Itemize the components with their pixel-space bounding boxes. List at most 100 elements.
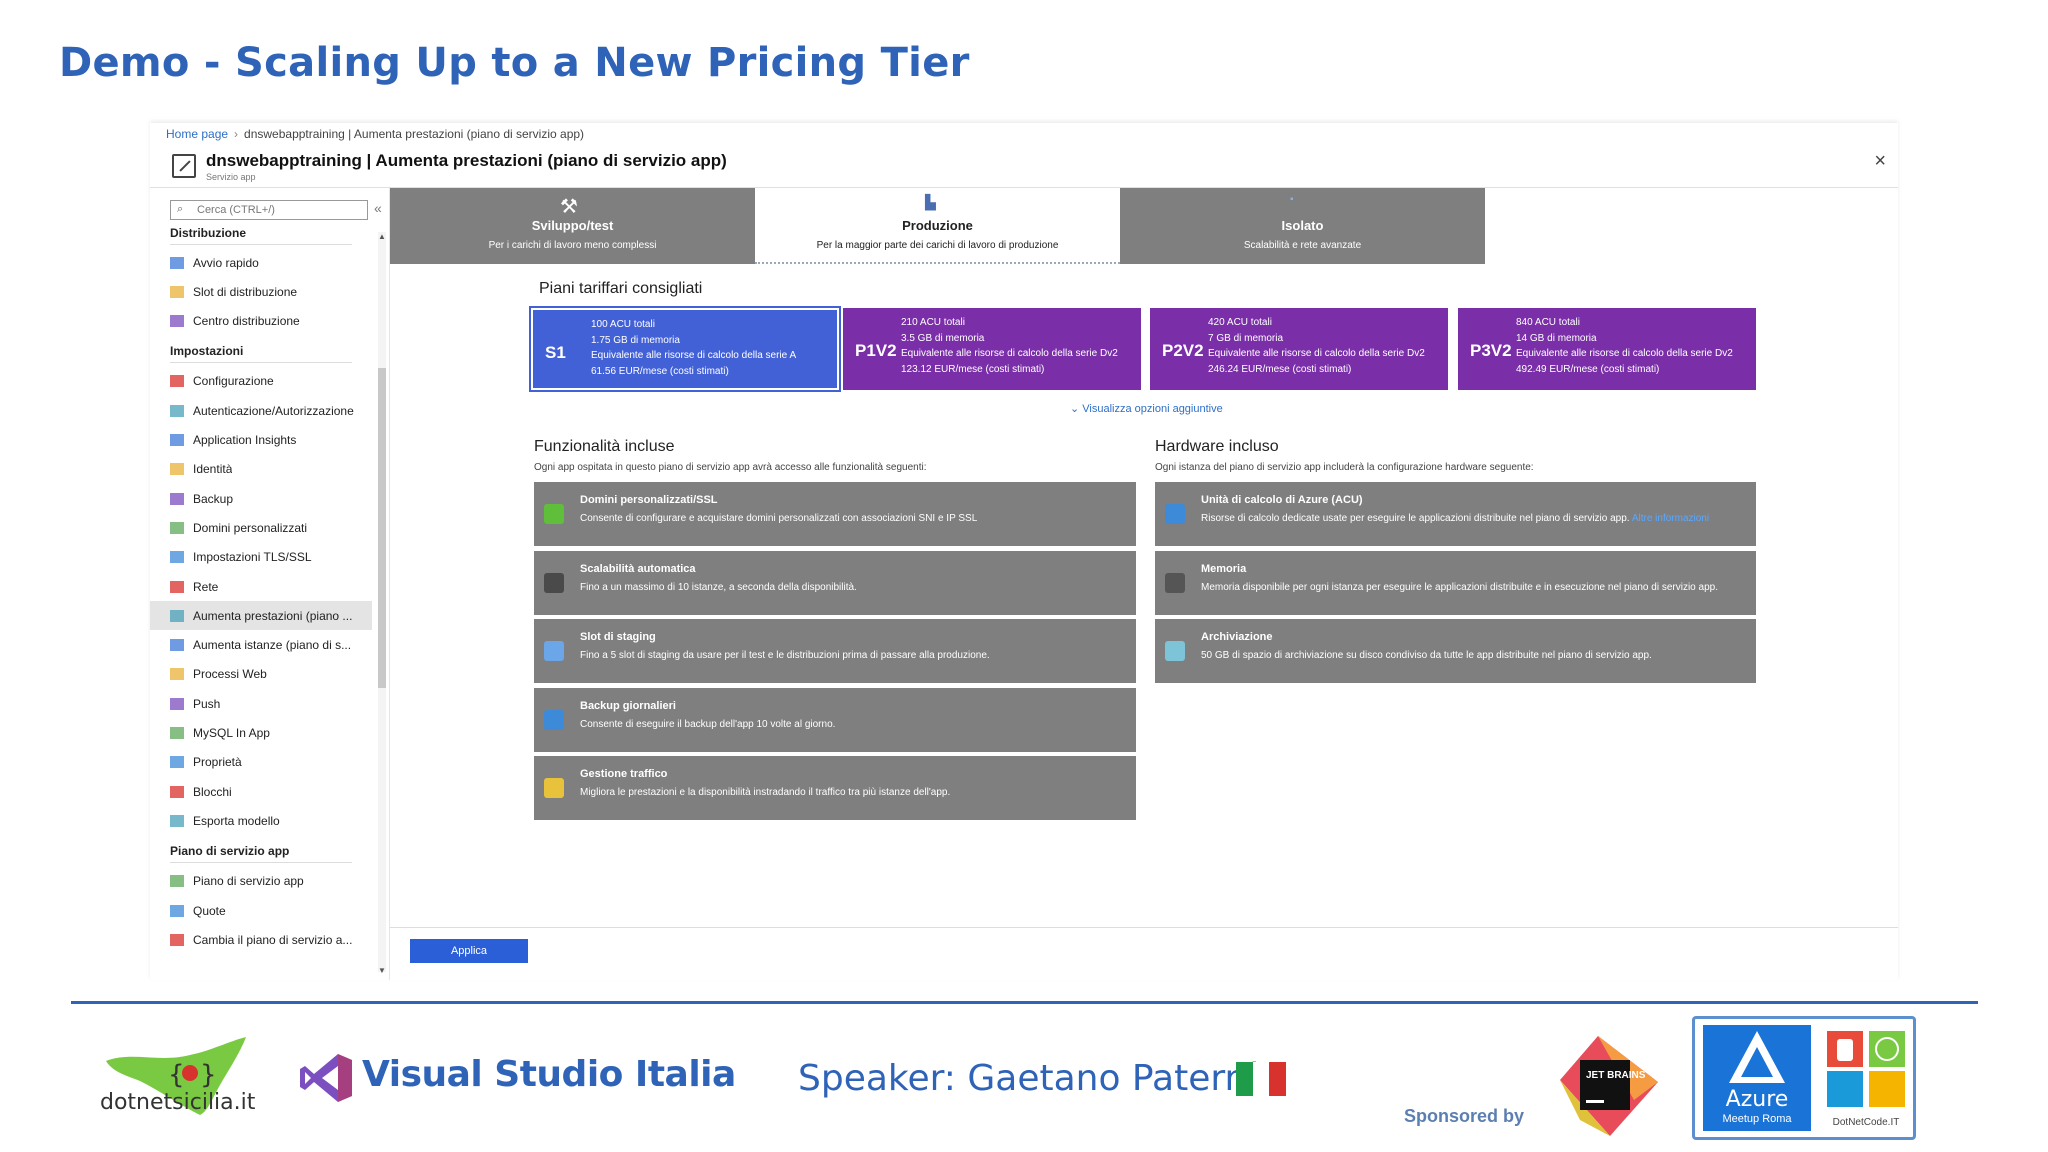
tab-name: Isolato: [1281, 218, 1324, 233]
tab-isolato[interactable]: ▪ Isolato Scalabilità e rete avanzate: [1120, 188, 1485, 264]
menu-item-icon: [170, 785, 184, 798]
sidebar-item-label: Avvio rapido: [193, 255, 259, 270]
hardware-card: Unità di calcolo di Azure (ACU) Risorse d…: [1155, 482, 1756, 546]
hardware-card: Archiviazione 50 GB di spazio di archivia…: [1155, 619, 1756, 683]
sidebar-item-label: Backup: [193, 491, 234, 506]
scroll-down-icon[interactable]: ▼: [378, 966, 386, 975]
sidebar-item[interactable]: Esporta modello: [150, 806, 372, 835]
tab-sviluppo-test[interactable]: ⚒ Sviluppo/test Per i carichi di lavoro …: [390, 188, 755, 264]
menu-item-icon: [170, 521, 184, 534]
plan-line: 1.75 GB di memoria: [591, 334, 680, 346]
sidebar-section-title: Piano di servizio app: [170, 843, 290, 858]
sidebar-item[interactable]: Backup: [150, 484, 372, 513]
sidebar-item[interactable]: MySQL In App: [150, 719, 372, 748]
italian-flag-icon: [1236, 1062, 1287, 1096]
more-options-label: Visualizza opzioni aggiuntive: [1082, 403, 1223, 415]
dotnetcode-text: DotNetCode.IT: [1832, 1117, 1900, 1128]
plan-p1v2[interactable]: P1V2 210 ACU totali 3.5 GB di memoria Eq…: [843, 308, 1141, 390]
menu-item-icon: [170, 434, 184, 446]
hardware-title: Archiviazione: [1201, 631, 1273, 643]
tools-icon: ⚒: [560, 196, 578, 218]
sidebar-item[interactable]: Quote: [150, 896, 372, 925]
scroll-up-icon[interactable]: ▲: [378, 232, 386, 241]
breadcrumb-home[interactable]: Home page: [166, 127, 228, 141]
sidebar-scroll-thumb[interactable]: [378, 368, 386, 688]
sidebar-item[interactable]: Impostazioni TLS/SSL: [150, 543, 372, 572]
tab-produzione[interactable]: ▙ Produzione Per la maggior parte dei ca…: [755, 188, 1120, 264]
plan-line: 492.49 EUR/mese (costi stimati): [1516, 363, 1660, 375]
sidebar-item-label: Esporta modello: [193, 813, 280, 828]
hardware-desc: 50 GB di spazio di archiviazione su disc…: [1201, 648, 1751, 663]
feature-title: Slot di staging: [580, 631, 656, 643]
collapse-sidebar-icon[interactable]: «: [374, 200, 382, 216]
feature-desc: Consente di eseguire il backup dell'app …: [580, 718, 836, 730]
breadcrumb-current: dnswebapptraining | Aumenta prestazioni …: [244, 127, 585, 141]
search-input[interactable]: ⌕ Cerca (CTRL+/): [170, 200, 368, 220]
plan-detail: 840 ACU totali 14 GB di memoria Equivale…: [1516, 315, 1756, 377]
divider: [170, 244, 352, 245]
recommended-title: Piani tariffari consigliati: [539, 280, 703, 297]
dotnetsicilia-text: dotnetsicilia.it: [100, 1090, 256, 1115]
apply-button[interactable]: Applica: [410, 939, 528, 963]
blade-subtitle: Servizio app: [206, 172, 256, 182]
close-icon[interactable]: ×: [1874, 150, 1886, 173]
sidebar-item[interactable]: Push: [150, 689, 372, 718]
svg-text:}: }: [200, 1060, 217, 1090]
sidebar-item[interactable]: Cambia il piano di servizio a...: [150, 925, 372, 954]
blade-title: dnswebapptraining | Aumenta prestazioni …: [206, 151, 727, 170]
divider: [170, 361, 352, 363]
sidebar-item[interactable]: Processi Web: [150, 660, 372, 689]
sidebar-item[interactable]: Autenticazione/Autorizzazione: [150, 396, 372, 425]
feature-card: Scalabilità automatica Fino a un massimo …: [534, 550, 1136, 615]
search-placeholder: Cerca (CTRL+/): [197, 204, 275, 216]
feature-desc: Fino a 5 slot di staging da usare per il…: [580, 650, 990, 661]
sidebar-item[interactable]: Proprietà: [150, 748, 372, 777]
hardware-desc: Risorse di calcolo dedicate usate per es…: [1201, 511, 1751, 526]
jetbrains-text: JET BRAINS: [1586, 1070, 1646, 1081]
sidebar-item-label: Blocchi: [193, 784, 232, 799]
hardware-desc-text: 50 GB di spazio di archiviazione su disc…: [1201, 650, 1652, 661]
hardware-desc-text: Risorse di calcolo dedicate usate per es…: [1201, 513, 1630, 524]
sidebar-item-label: MySQL In App: [193, 726, 270, 740]
breadcrumb: Home page › dnswebapptraining | Aumenta pr…: [166, 127, 584, 141]
menu-item-icon: [170, 875, 184, 888]
sidebar-item[interactable]: Piano di servizio app: [150, 867, 372, 896]
hardware-card: Memoria Memoria disponibile per ogni ista…: [1155, 550, 1756, 615]
hardware-title: Hardware incluso: [1155, 438, 1279, 455]
menu-item-icon: [170, 609, 184, 622]
plan-p2v2[interactable]: P2V2 420 ACU totali 7 GB di memoria Equi…: [1150, 308, 1448, 390]
plan-line: 7 GB di memoria: [1208, 332, 1284, 344]
sidebar-section-title: Distribuzione: [170, 226, 247, 240]
plan-code: P2V2: [1162, 341, 1204, 360]
sidebar-item[interactable]: Domini personalizzati: [150, 513, 372, 542]
plan-p3v2[interactable]: P3V2 840 ACU totali 14 GB di memoria Equ…: [1458, 308, 1756, 390]
scale-up-icon: [172, 154, 196, 178]
plan-s1[interactable]: S1 100 ACU totali 1.75 GB di memoria Equ…: [529, 306, 841, 392]
sidebar-item[interactable]: Aumenta prestazioni (piano ...: [150, 601, 372, 631]
plan-line: Equivalente alle risorse di calcolo dell…: [591, 350, 797, 361]
chevron-down-icon: ⌄: [1070, 403, 1083, 415]
plan-line: Equivalente alle risorse di calcolo dell…: [1516, 348, 1733, 359]
sidebar-item[interactable]: Slot di distribuzione: [150, 277, 372, 306]
plan-line: 61.56 EUR/mese (costi stimati): [591, 365, 729, 377]
sidebar-item[interactable]: Application Insights: [150, 426, 372, 455]
plan-line: Equivalente alle risorse di calcolo dell…: [1208, 348, 1425, 359]
plan-line: Equivalente alle risorse di calcolo dell…: [901, 348, 1118, 359]
hardware-icon: [1165, 572, 1185, 593]
building-icon: ▙: [925, 194, 936, 210]
sidebar-item[interactable]: Aumenta istanze (piano di s...: [150, 631, 372, 660]
feature-desc: Fino a un massimo di 10 istanze, a secon…: [580, 581, 857, 593]
menu-item-icon: [170, 463, 184, 476]
sidebar-item-label: Aumenta istanze (piano di s...: [193, 638, 352, 653]
more-info-link[interactable]: Altre informazioni: [1632, 513, 1709, 524]
features-title: Funzionalità incluse: [534, 438, 675, 455]
more-options-link[interactable]: ⌄ Visualizza opzioni aggiuntive: [1070, 402, 1223, 415]
sidebar-item[interactable]: Configurazione: [150, 367, 372, 396]
sidebar-item[interactable]: Blocchi: [150, 777, 372, 806]
sidebar-item[interactable]: Identità: [150, 455, 372, 484]
sidebar-item[interactable]: Rete: [150, 572, 372, 601]
plan-line: 246.24 EUR/mese (costi stimati): [1208, 363, 1352, 375]
sidebar-item[interactable]: Centro distribuzione: [150, 307, 372, 336]
sidebar-item-label: Aumenta prestazioni (piano ...: [193, 608, 353, 623]
sidebar-item[interactable]: Avvio rapido: [150, 248, 372, 277]
